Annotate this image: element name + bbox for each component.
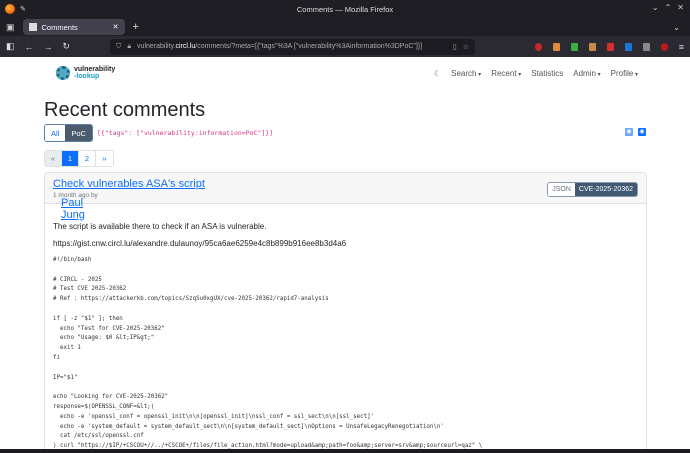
firefox-icon: [5, 4, 15, 14]
page-title: Recent comments: [44, 99, 205, 122]
page-1[interactable]: 1: [62, 151, 79, 166]
comment-title-link[interactable]: Check vulnerables ASA's script: [53, 178, 205, 190]
page: vulnerability-lookup ☾ Search Recent Sta…: [0, 57, 690, 449]
author-link[interactable]: Paul Jung: [61, 197, 98, 221]
extension-icon[interactable]: [661, 43, 668, 51]
minimize-icon[interactable]: ⌄: [652, 3, 659, 12]
extensions-icon[interactable]: [643, 43, 650, 51]
list-tabs-icon[interactable]: ⌄: [673, 23, 680, 32]
window-border: [0, 449, 690, 453]
tab-comments[interactable]: Comments ✕: [23, 19, 125, 35]
logo-line1: vulnerability: [74, 66, 115, 73]
nav-bar: ◧ ← → ↻ ⛉ 🔒︎ vulnerability.circl.lu/comme…: [0, 36, 690, 57]
comment-header: Check vulnerables ASA's script 1 month a…: [45, 173, 646, 204]
page-next[interactable]: »: [96, 151, 113, 166]
reload-icon[interactable]: ↻: [63, 41, 71, 52]
comment-card: Check vulnerables ASA's script 1 month a…: [44, 172, 647, 449]
atom-feed-icon[interactable]: ◉: [638, 128, 646, 136]
shield-icon[interactable]: ⛉: [116, 43, 121, 51]
page-prev[interactable]: «: [45, 151, 62, 166]
pin-icon[interactable]: ✎: [20, 5, 26, 13]
comment-meta: 1 month ago by Paul Jung: [53, 192, 98, 199]
menu-profile[interactable]: Profile: [611, 69, 638, 78]
extension-icon[interactable]: [553, 43, 560, 51]
menu-admin[interactable]: Admin: [573, 69, 600, 78]
bookmark-star-icon[interactable]: ☆: [463, 43, 469, 51]
filter-group: All PoC: [44, 124, 93, 142]
comment-body: The script is available there to check i…: [45, 204, 646, 449]
extension-icon[interactable]: [571, 43, 578, 51]
close-window-icon[interactable]: ✕: [677, 3, 684, 12]
favicon-icon: [29, 23, 37, 31]
menu-recent[interactable]: Recent: [491, 69, 521, 78]
comment-link[interactable]: https://gist.cnw.circl.lu/alexandre.dula…: [53, 239, 638, 248]
theme-toggle-icon[interactable]: ☾: [434, 69, 441, 78]
filter-all-button[interactable]: All: [45, 125, 65, 141]
extension-icon[interactable]: [607, 43, 614, 51]
logo-icon: [56, 66, 70, 80]
logo-line2: -lookup: [74, 73, 115, 80]
tab-label: Comments: [42, 23, 78, 32]
page-2[interactable]: 2: [79, 151, 96, 166]
extension-icon[interactable]: [589, 43, 596, 51]
sidebar-icon[interactable]: ◧: [6, 41, 15, 52]
logo[interactable]: vulnerability-lookup: [56, 66, 115, 80]
menu-icon[interactable]: ≡: [679, 42, 684, 52]
url-text: vulnerability.circl.lu/comments/?meta=[{…: [137, 43, 422, 50]
rss-icon[interactable]: ◉: [625, 128, 633, 136]
comment-badges: JSON CVE-2025-20362: [547, 182, 638, 197]
extensions: ≡: [535, 42, 684, 52]
lock-icon[interactable]: 🔒︎: [127, 43, 131, 51]
back-icon[interactable]: ←: [25, 42, 34, 52]
code-block: #!/bin/bash # CIRCL - 2025 # Test CVE 20…: [53, 256, 638, 449]
extension-icon[interactable]: [535, 43, 542, 51]
cve-button[interactable]: CVE-2025-20362: [575, 183, 637, 196]
forward-icon[interactable]: →: [44, 42, 53, 52]
maximize-icon[interactable]: ⌃: [665, 3, 672, 12]
window-titlebar: ✎ Comments — Mozilla Firefox ⌄ ⌃ ✕: [0, 0, 690, 18]
menu-statistics[interactable]: Statistics: [531, 69, 563, 78]
main-menu: ☾ Search Recent Statistics Admin Profile: [434, 69, 638, 78]
tab-overview-icon[interactable]: ▣: [6, 22, 15, 33]
tab-bar: ▣ Comments ✕ + ⌄: [0, 18, 690, 36]
url-bar[interactable]: ⛉ 🔒︎ vulnerability.circl.lu/comments/?met…: [110, 39, 475, 55]
comment-text: The script is available there to check i…: [53, 222, 638, 231]
filter-poc-button[interactable]: PoC: [65, 125, 92, 141]
window-title: Comments — Mozilla Firefox: [297, 5, 393, 14]
reader-icon[interactable]: ▯: [453, 43, 457, 51]
close-tab-icon[interactable]: ✕: [113, 23, 119, 31]
extension-icon[interactable]: [625, 43, 632, 51]
pagination: « 1 2 »: [44, 150, 114, 167]
menu-search[interactable]: Search: [451, 69, 481, 78]
new-tab-icon[interactable]: +: [133, 21, 139, 33]
json-button[interactable]: JSON: [548, 183, 575, 196]
filter-query: [{"tags": ["vulnerability:information=Po…: [97, 129, 273, 137]
